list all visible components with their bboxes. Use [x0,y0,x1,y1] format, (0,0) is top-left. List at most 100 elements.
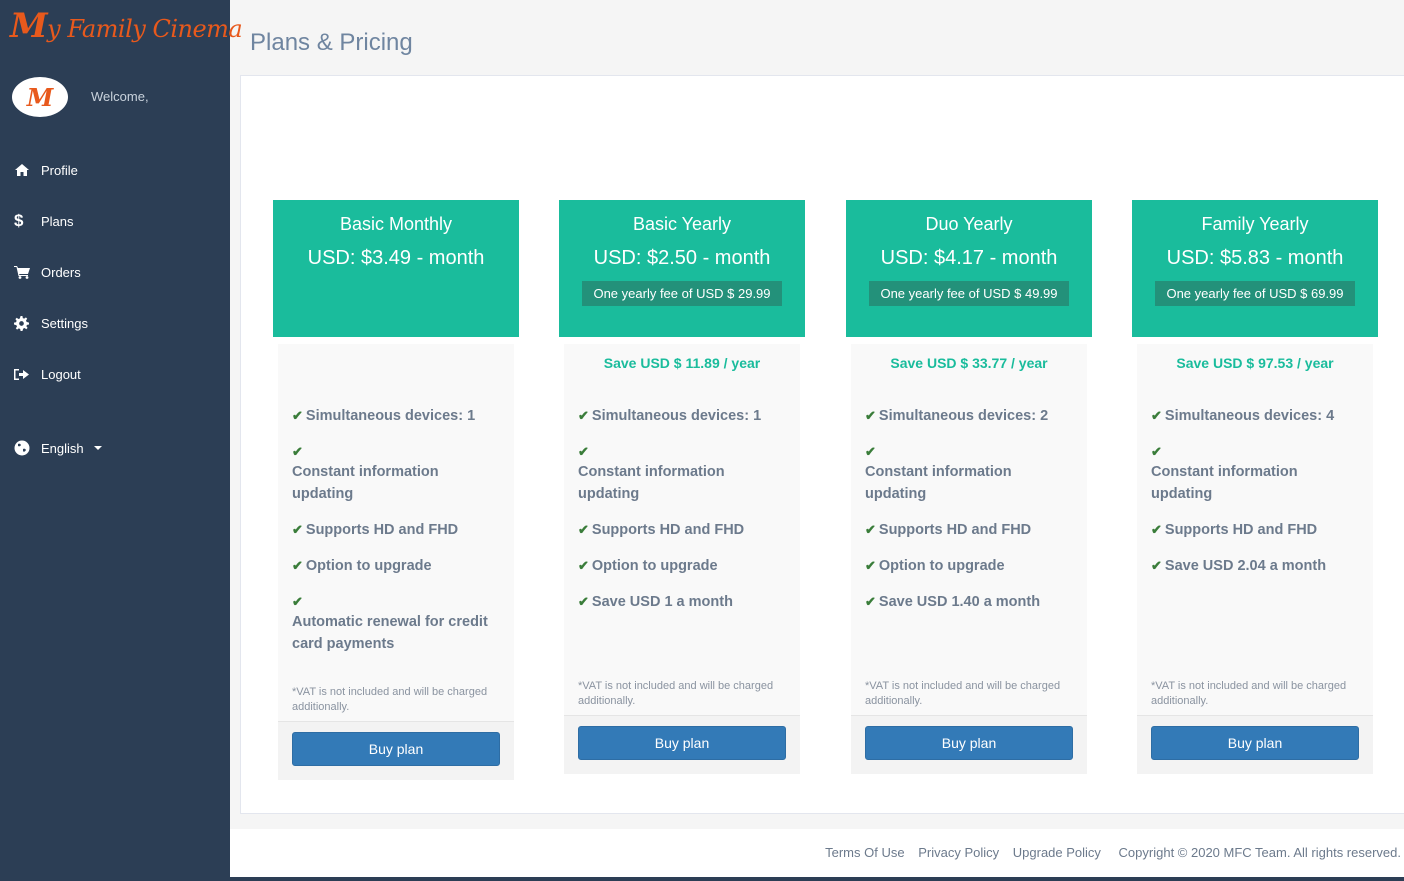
feature-item: ✔ Automatic renewal for credit card payme… [292,591,500,655]
feature-list: ✔ Simultaneous devices: 1 ✔ Constant infor… [292,390,500,655]
logout-icon [14,368,41,381]
sidebar-item-settings[interactable]: Settings [0,303,230,343]
yearly-fee-badge: One yearly fee of USD $ 69.99 [1155,281,1355,306]
plan-header: Family Yearly USD: $5.83 - month One yea… [1132,200,1378,337]
plan-footer: Buy plan [851,715,1087,774]
feature-item: ✔ Constant information updating [292,441,500,505]
plan-body: ✔ Simultaneous devices: 1 ✔ Constant infor… [278,344,514,721]
check-icon: ✔ [865,444,876,459]
plan-save-year [292,344,500,390]
plan-card-family-yearly: Family Yearly USD: $5.83 - month One yea… [1132,200,1378,774]
buy-plan-button[interactable]: Buy plan [292,732,500,766]
yearly-fee-badge: One yearly fee of USD $ 49.99 [869,281,1069,306]
plan-body: Save USD $ 97.53 / year ✔ Simultaneous de… [1137,344,1373,715]
buy-plan-button[interactable]: Buy plan [578,726,786,760]
feature-item: ✔ Option to upgrade [292,558,432,574]
plan-save-year: Save USD $ 33.77 / year [890,355,1048,371]
feature-item: ✔ Supports HD and FHD [578,522,745,538]
feature-list: ✔ Simultaneous devices: 4 ✔ Constant infor… [1151,390,1359,577]
plan-price: USD: $5.83 - month [1166,247,1344,269]
feature-item: ✔ Save USD 1 a month [578,594,733,610]
sidebar-item-profile[interactable]: Profile [0,150,230,190]
upgrade-policy-link[interactable]: Upgrade Policy [1013,845,1101,860]
vat-note: *VAT is not included and will be charged… [865,680,1061,707]
check-icon: ✔ [1151,558,1162,573]
check-icon: ✔ [865,558,876,573]
sidebar-item-plans[interactable]: $ Plans [0,201,230,241]
page-title: Plans & Pricing [250,29,413,56]
feature-item: ✔ Constant information updating [578,441,786,505]
plan-name: Duo Yearly [925,214,1013,234]
sidebar-item-orders[interactable]: Orders [0,252,230,292]
language-selector[interactable]: English [0,428,230,468]
feature-item: ✔ Simultaneous devices: 2 [865,408,1049,424]
check-icon: ✔ [1151,408,1162,423]
chevron-down-icon [93,446,102,450]
check-icon: ✔ [578,522,589,537]
check-icon: ✔ [292,522,303,537]
feature-item: ✔ Simultaneous devices: 1 [578,408,762,424]
sidebar-item-logout[interactable]: Logout [0,354,230,394]
feature-item: ✔ Constant information updating [865,441,1073,505]
buy-plan-button[interactable]: Buy plan [1151,726,1359,760]
plan-name: Family Yearly [1201,214,1309,234]
vat-note: *VAT is not included and will be charged… [578,680,774,707]
feature-item: ✔ Supports HD and FHD [292,522,459,538]
plan-save-year: Save USD $ 11.89 / year [603,355,761,371]
check-icon: ✔ [292,594,303,609]
plan-header: Basic Monthly USD: $3.49 - month [273,200,519,337]
vat-note: *VAT is not included and will be charged… [1151,680,1347,707]
plan-footer: Buy plan [1137,715,1373,774]
check-icon: ✔ [865,594,876,609]
home-icon [14,163,41,177]
plan-card-basic-yearly: Basic Yearly USD: $2.50 - month One year… [559,200,805,774]
plan-header: Duo Yearly USD: $4.17 - month One yearly… [846,200,1092,337]
copyright-text: Copyright © 2020 MFC Team. All rights re… [1118,845,1401,860]
sidebar: My Family Cinema M Welcome, Profile $ Pl… [0,0,243,881]
feature-item: ✔ Option to upgrade [865,558,1005,574]
check-icon: ✔ [292,558,303,573]
yearly-fee-badge: One yearly fee of USD $ 29.99 [582,281,782,306]
plan-card-basic-monthly: Basic Monthly USD: $3.49 - month ✔ Simult… [273,200,519,780]
buy-plan-button[interactable]: Buy plan [865,726,1073,760]
check-icon: ✔ [578,444,589,459]
plan-name: Basic Yearly [632,214,732,234]
globe-icon [14,440,41,456]
plan-footer: Buy plan [278,721,514,780]
plan-name: Basic Monthly [339,214,453,234]
check-icon: ✔ [578,558,589,573]
check-icon: ✔ [292,444,303,459]
brand-logo[interactable]: My Family Cinema [10,6,243,46]
page-footer: Terms Of Use Privacy Policy Upgrade Poli… [230,829,1404,877]
privacy-policy-link[interactable]: Privacy Policy [918,845,999,860]
plan-header: Basic Yearly USD: $2.50 - month One year… [559,200,805,337]
feature-item: ✔ Simultaneous devices: 1 [292,408,476,424]
vat-note: *VAT is not included and will be charged… [292,686,488,713]
check-icon: ✔ [578,408,589,423]
feature-list: ✔ Simultaneous devices: 1 ✔ Constant infor… [578,390,786,613]
feature-item: ✔ Simultaneous devices: 4 [1151,408,1335,424]
feature-item: ✔ Save USD 2.04 a month [1151,558,1327,574]
plan-card-duo-yearly: Duo Yearly USD: $4.17 - month One yearly… [846,200,1092,774]
gear-icon [14,315,41,331]
plan-body: Save USD $ 33.77 / year ✔ Simultaneous de… [851,344,1087,715]
terms-of-use-link[interactable]: Terms Of Use [825,845,904,860]
check-icon: ✔ [1151,522,1162,537]
welcome-text: Welcome, [91,89,149,104]
feature-item: ✔ Save USD 1.40 a month [865,594,1041,610]
cart-icon [14,265,41,279]
check-icon: ✔ [1151,444,1162,459]
plan-save-year: Save USD $ 97.53 / year [1176,355,1334,371]
plan-price: USD: $3.49 - month [307,247,485,269]
avatar[interactable]: M [12,77,68,117]
bottom-bar [230,877,1404,881]
feature-list: ✔ Simultaneous devices: 2 ✔ Constant infor… [865,390,1073,613]
check-icon: ✔ [578,594,589,609]
plan-price: USD: $4.17 - month [880,247,1058,269]
dollar-icon: $ [14,211,24,230]
feature-item: ✔ Option to upgrade [578,558,718,574]
check-icon: ✔ [865,408,876,423]
feature-item: ✔ Constant information updating [1151,441,1359,505]
feature-item: ✔ Supports HD and FHD [1151,522,1318,538]
feature-item: ✔ Supports HD and FHD [865,522,1032,538]
